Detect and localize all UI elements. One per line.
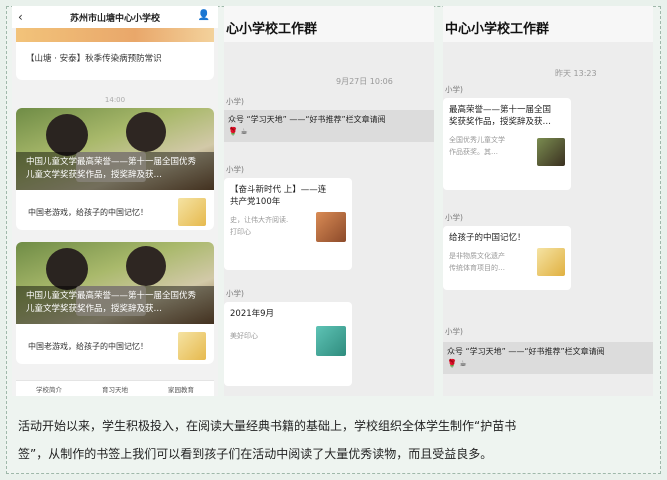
- link-card[interactable]: 2021年9月 美好印心: [224, 302, 352, 386]
- article-card[interactable]: 中国儿童文学最高荣誉——第十一届全国优秀儿童文学奖获奖作品，授奖辞及获… 中国老…: [16, 108, 214, 230]
- sender-name: 小学): [445, 213, 463, 222]
- article-thumbnail: [178, 198, 206, 226]
- card-title: 给孩子的中国记忆！: [449, 233, 526, 243]
- link-card[interactable]: 最高荣誉——第十一届全国 奖获奖作品，授奖辞及获… 全国优秀儿童文学 作品获奖。…: [443, 98, 571, 190]
- group-chat-screenshot: 中心小学校工作群 昨天 13:23 小学) 最高荣誉——第十一届全国 奖获奖作品…: [443, 6, 653, 396]
- back-arrow-icon[interactable]: ‹: [18, 10, 23, 24]
- account-header: ‹ 苏州市山塘中心小学校 👤: [12, 6, 218, 28]
- menu-item-intro[interactable]: 学校简介: [36, 384, 62, 394]
- sender-name: 小学): [445, 85, 463, 94]
- caption-line: 活动开始以来，学生积极投入，在阅读大量经典书籍的基础上，学校组织全体学生制作“护…: [18, 419, 517, 433]
- article-subtitle: 中国老游戏，给孩子的中国记忆！: [28, 341, 148, 351]
- card-thumbnail: [537, 138, 565, 166]
- message-time: 14:00: [104, 96, 126, 104]
- article-headline: 中国儿童文学最高荣誉——第十一届全国优秀儿童文学奖获奖作品，授奖辞及获…: [16, 286, 214, 324]
- article-caption: 活动开始以来，学生积极投入，在阅读大量经典书籍的基础上，学校组织全体学生制作“护…: [18, 412, 654, 468]
- article-cover: 中国儿童文学最高荣誉——第十一届全国优秀儿童文学奖获奖作品，授奖辞及获…: [16, 108, 214, 190]
- announcement-message[interactable]: 众号 “学习天地” ——“好书推荐”栏文章请阅 🌹 ☕: [224, 110, 434, 142]
- chat-title: 心小学校工作群: [224, 6, 434, 42]
- emoji-row: 🌹 ☕: [447, 359, 467, 368]
- message-time: 昨天 13:23: [555, 69, 597, 78]
- article-thumbnail: [178, 332, 206, 360]
- article-headline: 中国儿童文学最高荣誉——第十一届全国优秀儿童文学奖获奖作品，授奖辞及获…: [16, 152, 214, 190]
- article-card[interactable]: 中国儿童文学最高荣誉——第十一届全国优秀儿童文学奖获奖作品，授奖辞及获… 中国老…: [16, 242, 214, 364]
- card-thumbnail: [316, 212, 346, 242]
- menu-item-home[interactable]: 家园教育: [168, 384, 194, 394]
- emoji-row: 🌹 ☕: [228, 127, 248, 136]
- card-title: 2021年9月: [230, 309, 275, 319]
- group-chat-screenshot: 心小学校工作群 9月27日 10:06 小学) 众号 “学习天地” ——“好书推…: [224, 6, 434, 396]
- sender-name: 小学): [445, 327, 463, 336]
- card-desc: 全国优秀儿童文学 作品获奖。其…: [449, 136, 505, 156]
- article-card[interactable]: 【山塘 · 安泰】秋季传染病预防常识: [16, 28, 214, 80]
- card-desc: 史，让伟大齐阅读. 打印心: [230, 216, 289, 236]
- card-thumbnail: [537, 248, 565, 276]
- article-title: 【山塘 · 安泰】秋季传染病预防常识: [26, 54, 162, 64]
- article-subtitle: 中国老游戏，给孩子的中国记忆！: [28, 207, 148, 217]
- sender-name: 小学): [226, 97, 244, 106]
- sender-name: 小学): [226, 165, 244, 174]
- sender-name: 小学): [226, 289, 244, 298]
- profile-icon[interactable]: 👤: [198, 10, 210, 21]
- link-card[interactable]: 给孩子的中国记忆！ 是非物质文化遗产 传统体育项目的…: [443, 226, 571, 290]
- bottom-menu: 学校简介 育习天地 家园教育: [16, 380, 214, 396]
- chat-title: 中心小学校工作群: [443, 6, 653, 42]
- card-title: 最高荣誉——第十一届全国 奖获奖作品，授奖辞及获…: [449, 105, 552, 127]
- link-card[interactable]: 【奋斗新时代 上】——连 共产党100年 史，让伟大齐阅读. 打印心: [224, 178, 352, 270]
- card-title: 【奋斗新时代 上】——连 共产党100年: [230, 185, 327, 207]
- article-banner: [16, 28, 214, 42]
- announcement-message[interactable]: 众号 “学习天地” ——“好书推荐”栏文章请阅 🌹 ☕: [443, 342, 653, 374]
- article-cover: 中国儿童文学最高荣誉——第十一届全国优秀儿童文学奖获奖作品，授奖辞及获…: [16, 242, 214, 324]
- card-desc: 是非物质文化遗产 传统体育项目的…: [449, 252, 505, 272]
- account-title: 苏州市山塘中心小学校: [69, 13, 160, 24]
- official-account-screenshot: ‹ 苏州市山塘中心小学校 👤 【山塘 · 安泰】秋季传染病预防常识 14:00 …: [12, 6, 218, 396]
- menu-item-study[interactable]: 育习天地: [102, 384, 128, 394]
- card-thumbnail: [316, 326, 346, 356]
- message-time: 9月27日 10:06: [336, 77, 393, 86]
- caption-line: 签”，从制作的书签上我们可以看到孩子们在活动中阅读了大量优秀读物，而且受益良多。: [18, 447, 493, 461]
